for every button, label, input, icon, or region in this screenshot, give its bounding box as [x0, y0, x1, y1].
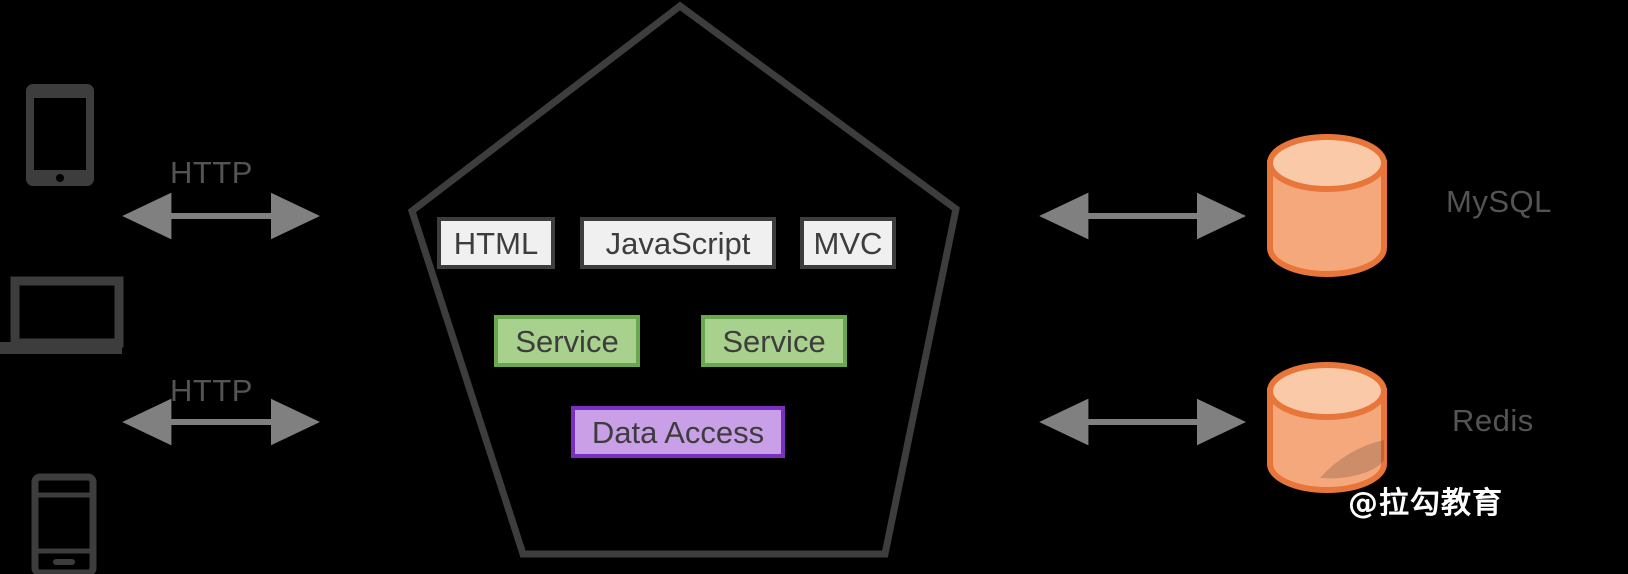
smartphone-icon [31, 473, 97, 574]
watermark-text: @拉勾教育 [1348, 486, 1503, 521]
tablet-icon [26, 84, 94, 186]
redis-cylinder-icon [1267, 362, 1387, 493]
mysql-cylinder-icon [1267, 134, 1387, 277]
component-service-2[interactable]: Service [701, 315, 847, 367]
diagram-canvas: HTTP HTTP MySQL Redis HTML JavaScript MV… [0, 0, 1628, 574]
redis-label: Redis [1452, 403, 1534, 438]
http-label-bottom: HTTP [170, 373, 253, 408]
application-pentagon [407, 1, 960, 558]
mysql-label: MySQL [1446, 184, 1552, 219]
laptop-icon [0, 276, 124, 354]
component-service-1[interactable]: Service [494, 315, 640, 367]
component-html[interactable]: HTML [437, 217, 555, 269]
component-data-access[interactable]: Data Access [571, 406, 785, 458]
component-mvc[interactable]: MVC [800, 217, 896, 269]
http-label-top: HTTP [170, 155, 253, 190]
component-javascript[interactable]: JavaScript [580, 217, 776, 269]
